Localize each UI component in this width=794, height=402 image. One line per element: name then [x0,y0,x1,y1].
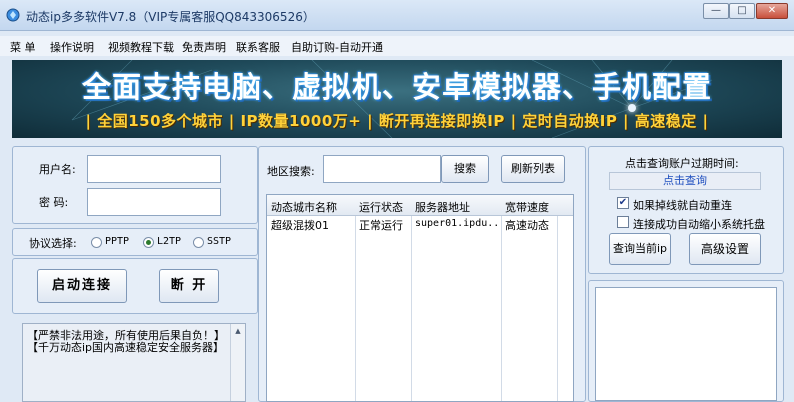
menu-disclaimer[interactable]: 免责声明 [182,39,226,55]
menu-main[interactable]: 菜 单 [10,39,36,55]
radio-sstp-label: SSTP [207,236,232,247]
server-table: 动态城市名称 运行状态 服务器地址 宽带速度 超级混拨01 正常运行 super… [266,194,574,402]
table-header: 动态城市名称 运行状态 服务器地址 宽带速度 [267,195,573,216]
protocol-panel: 协议选择: PPTP L2TP SSTP [12,228,258,256]
region-search-input[interactable] [323,155,441,183]
banner-headline: 全面支持电脑、虚拟机、安卓模拟器、手机配置 [81,70,712,104]
column-header-city[interactable]: 动态城市名称 [271,199,337,215]
connect-button[interactable]: 启动连接 [37,269,127,303]
maximize-button[interactable]: □ [729,3,755,19]
query-ip-button[interactable]: 查询当前ip [609,233,671,265]
auto-reconnect-checkbox[interactable]: ✔ [617,197,629,209]
region-search-label: 地区搜索: [267,165,315,178]
radio-l2tp-label: L2TP [157,236,182,247]
cell-server: super01.ipdu... [415,218,499,229]
advanced-settings-button[interactable]: 高级设置 [689,233,761,265]
password-input[interactable] [87,188,221,216]
minimize-to-tray-label: 连接成功自动缩小系统托盘 [633,218,765,231]
login-panel: 用户名: 密 码: [12,146,258,224]
radio-pptp-label: PPTP [105,236,130,247]
radio-pptp[interactable] [91,237,102,248]
radio-l2tp[interactable] [143,237,154,248]
window-title: 动态ip多多软件V7.8（VIP专属客服QQ843306526） [26,10,315,24]
auto-reconnect-label: 如果掉线就自动重连 [633,199,732,212]
title-bar[interactable]: 动态ip多多软件V7.8（VIP专属客服QQ843306526） — □ ✕ [0,0,794,31]
notice-box[interactable]: 【严禁非法用途，所有使用后果自负！】 【千万动态ip国内高速稳定安全服务器】 ▲ [22,323,246,402]
connection-panel: 启动连接 断 开 [12,258,258,314]
protocol-label: 协议选择: [29,237,77,250]
password-label: 密 码: [39,196,69,209]
log-textarea[interactable] [595,287,777,401]
log-panel [588,280,784,402]
username-label: 用户名: [39,163,76,176]
cell-speed: 高速动态 [505,219,549,232]
scroll-up-arrow-icon[interactable]: ▲ [232,325,244,337]
username-input[interactable] [87,155,221,183]
minimize-button[interactable]: — [703,3,729,19]
menu-bar: 菜 单 操作说明 视频教程下载 免责声明 联系客服 自助订购-自动开通 [0,36,794,56]
menu-video-download[interactable]: 视频教程下载 [108,39,174,55]
refresh-list-button[interactable]: 刷新列表 [501,155,565,183]
expiry-query-link[interactable]: 点击查询 [609,172,761,190]
banner-tagline: | 全国150多个城市 | IP数量1000万+ | 断开再连接即换IP | 定… [85,112,709,130]
notice-scrollbar[interactable]: ▲ [230,324,245,401]
column-header-server[interactable]: 服务器地址 [415,199,470,215]
expiry-label: 点击查询账户过期时间: [625,157,739,170]
search-button[interactable]: 搜索 [441,155,489,183]
promo-banner: 全面支持电脑、虚拟机、安卓模拟器、手机配置 | 全国150多个城市 | IP数量… [12,60,782,138]
close-button[interactable]: ✕ [756,3,788,19]
minimize-to-tray-checkbox[interactable] [617,216,629,228]
column-header-status[interactable]: 运行状态 [359,199,403,215]
menu-instructions[interactable]: 操作说明 [50,39,94,55]
app-icon [6,8,20,22]
menu-contact-support[interactable]: 联系客服 [236,39,280,55]
disconnect-button[interactable]: 断 开 [159,269,219,303]
menu-self-order[interactable]: 自助订购-自动开通 [291,39,383,55]
table-row[interactable]: 超级混拨01 正常运行 super01.ipdu... 高速动态 [267,216,573,232]
column-header-speed[interactable]: 宽带速度 [505,199,549,215]
notice-line-2: 【千万动态ip国内高速稳定安全服务器】 [27,341,225,354]
cell-city: 超级混拨01 [271,219,329,232]
cell-status: 正常运行 [359,219,403,232]
radio-sstp[interactable] [193,237,204,248]
options-panel: 点击查询账户过期时间: 点击查询 ✔ 如果掉线就自动重连 连接成功自动缩小系统托… [588,146,784,274]
